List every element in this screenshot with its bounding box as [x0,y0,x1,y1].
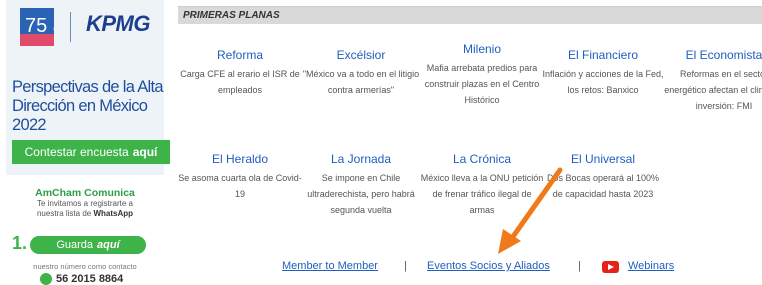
amcham-line-2-prefix: nuestra lista de [36,209,92,218]
paper-reforma[interactable]: Reforma Carga CFE al erario el ISR de em… [178,48,302,98]
footer-links: Member to Member | Eventos Socios y Alia… [178,260,762,276]
paper-name-link[interactable]: El Heraldo [178,152,302,166]
logo-divider [70,12,71,42]
paper-la-cronica[interactable]: La Crónica México lleva a la ONU petició… [420,152,544,218]
guarda-button-emphasis: aquí [97,239,120,251]
section-title: PRIMERAS PLANAS [183,10,280,21]
paper-headline: Reformas en el sector energético afectan… [664,69,762,111]
kpmg-banner[interactable]: 75 años KPMG Perspectivas de la Alta Dir… [6,0,170,175]
paper-headline: Mafia arrebata predios para construir pl… [424,63,540,105]
paper-name-link[interactable]: El Universal [541,152,665,166]
webinars-link[interactable]: Webinars [628,260,674,272]
paper-name-link[interactable]: El Financiero [541,48,665,62]
whatsapp-icon [40,273,52,285]
paper-milenio[interactable]: Milenio Mafia arrebata predios para cons… [420,42,544,108]
link-separator: | [578,260,581,272]
whatsapp-phone[interactable]: 56 2015 8864 [40,273,123,285]
step-number: 1. [12,233,28,253]
anniversary-75-logo: 75 años [20,8,54,46]
paper-el-financiero[interactable]: El Financiero Inflación y acciones de la… [541,48,665,98]
encuesta-button-label: Contestar encuesta [24,145,129,159]
paper-headline: "México va a todo en el litigio contra a… [302,69,420,95]
sidebar: 75 años KPMG Perspectivas de la Alta Dir… [0,0,170,285]
contestar-encuesta-button[interactable]: Contestar encuesta aquí [12,140,170,164]
paper-el-universal[interactable]: El Universal Dos Bocas operará al 100% d… [541,152,665,202]
paper-excelsior[interactable]: Excélsior "México va a todo en el litigi… [299,48,423,98]
amcham-line-2: nuestra lista de WhatsApp [6,209,164,219]
paper-headline: Dos Bocas operará al 100% de capacidad h… [546,173,660,199]
kpmg-logo: KPMG [86,11,151,36]
amcham-whatsapp-promo: AmCham Comunica Te invitamos a registrar… [6,187,164,219]
anniversary-logo-text: 75 años [25,15,54,37]
paper-headline: Se asoma cuarta ola de Covid-19 [178,173,302,199]
perspectivas-title: Perspectivas de la Alta Dirección en Méx… [12,78,164,134]
paper-name-link[interactable]: El Economista [662,48,762,62]
contact-note: nuestro número como contacto [33,262,137,271]
link-separator: | [404,260,407,272]
paper-headline: México lleva a la ONU petición de frenar… [420,173,544,215]
paper-el-economista[interactable]: El Economista Reformas en el sector ener… [662,48,762,114]
paper-la-jornada[interactable]: La Jornada Se impone en Chile ultraderec… [299,152,423,218]
paper-name-link[interactable]: Reforma [178,48,302,62]
eventos-socios-link[interactable]: Eventos Socios y Aliados [427,260,550,272]
paper-headline: Carga CFE al erario el ISR de empleados [180,69,300,95]
paper-name-link[interactable]: Excélsior [299,48,423,62]
paper-headline: Se impone en Chile ultraderechista, pero… [307,173,415,215]
amcham-line-1: Te invitamos a registrarte a [36,199,134,208]
paper-name-link[interactable]: La Jornada [299,152,423,166]
paper-headline: Inflación y acciones de la Fed, los reto… [542,69,664,95]
amcham-title: AmCham Comunica [35,187,135,199]
amcham-line-2-whatsapp: WhatsApp [93,209,134,218]
guarda-aqui-button[interactable]: Guarda aquí [30,236,146,254]
paper-el-heraldo[interactable]: El Heraldo Se asoma cuarta ola de Covid-… [178,152,302,202]
paper-name-link[interactable]: Milenio [420,42,544,56]
section-header-bar: PRIMERAS PLANAS [178,6,762,24]
phone-number: 56 2015 8864 [56,273,124,285]
youtube-icon[interactable] [602,261,619,273]
guarda-button-label: Guarda [56,239,94,251]
encuesta-button-emphasis: aquí [132,145,158,159]
paper-name-link[interactable]: La Crónica [420,152,544,166]
primeras-planas-section: PRIMERAS PLANAS Reforma Carga CFE al era… [178,0,762,285]
member-to-member-link[interactable]: Member to Member [282,260,378,272]
